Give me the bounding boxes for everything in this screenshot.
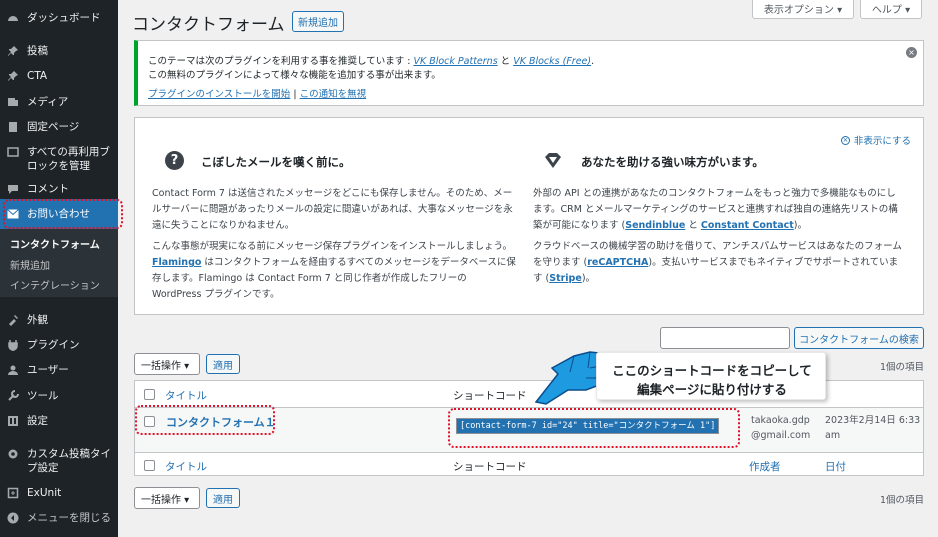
menu-appearance[interactable]: 外観 bbox=[0, 313, 118, 327]
welcome-col2-p2: クラウドベースの機械学習の助けを借りて、アンチスパムサービスはあなたのフォームを… bbox=[533, 241, 902, 284]
menu-pages[interactable]: 固定ページ bbox=[0, 120, 118, 134]
screen-options-button[interactable]: 表示オプション ▾ bbox=[752, 0, 854, 19]
flamingo-link[interactable]: Flamingo bbox=[152, 257, 201, 268]
recaptcha-link[interactable]: reCAPTCHA bbox=[587, 257, 648, 268]
bulk-actions-select[interactable]: 一括操作 ▾ bbox=[134, 353, 200, 375]
apply-button-bottom[interactable]: 適用 bbox=[206, 488, 240, 508]
column-shortcode-footer: ショートコード bbox=[453, 461, 527, 473]
appearance-icon bbox=[6, 313, 20, 327]
admin-sidebar: ダッシュボード 投稿 CTA メディア 固定ページ すべての再利用ブロックを管理… bbox=[0, 0, 123, 537]
dismiss-notice-link[interactable]: この通知を無視 bbox=[300, 89, 367, 100]
stripe-link[interactable]: Stripe bbox=[549, 273, 582, 284]
menu-collapse[interactable]: メニューを閉じる bbox=[0, 511, 118, 525]
question-icon: ? bbox=[165, 151, 184, 170]
menu-settings[interactable]: 設定 bbox=[0, 414, 118, 428]
notice-line1: このテーマは次のプラグインを利用する事を推奨しています : VK Block P… bbox=[148, 56, 595, 67]
select-all-checkbox-footer[interactable] bbox=[144, 460, 155, 471]
column-title-footer[interactable]: タイトル bbox=[165, 459, 207, 474]
user-icon bbox=[6, 363, 20, 377]
apply-button[interactable]: 適用 bbox=[206, 354, 240, 374]
plugin-icon bbox=[6, 338, 20, 352]
column-date-footer[interactable]: 日付 bbox=[825, 459, 846, 474]
settings-icon bbox=[6, 414, 20, 428]
row-author: takaoka.gdp @gmail.com bbox=[751, 415, 811, 441]
welcome-col1-p1: Contact Form 7 は送信されたメッセージをどこにも保存しません。その… bbox=[152, 188, 513, 231]
close-icon[interactable]: × bbox=[906, 47, 917, 58]
diamond-icon bbox=[543, 152, 563, 173]
annotation-highlight-shortcode bbox=[448, 408, 740, 448]
pin-icon bbox=[6, 44, 20, 58]
add-new-button[interactable]: 新規追加 bbox=[292, 11, 344, 32]
main-content: コンタクトフォーム 新規追加 表示オプション ▾ ヘルプ ▾ このテーマは次のプ… bbox=[118, 0, 938, 537]
install-plugins-link[interactable]: プラグインのインストールを開始 bbox=[148, 89, 290, 100]
menu-media[interactable]: メディア bbox=[0, 95, 118, 109]
welcome-panel: × 非表示にする ? こぼしたメールを嘆く前に。 Contact Form 7 は… bbox=[134, 117, 924, 315]
constant-contact-link[interactable]: Constant Contact bbox=[701, 220, 794, 231]
menu-posts[interactable]: 投稿 bbox=[0, 44, 118, 58]
callout-box: ここのショートコードをコピーして 編集ページに貼り付けする bbox=[596, 352, 826, 400]
welcome-col1-heading: こぼしたメールを嘆く前に。 bbox=[201, 155, 351, 169]
notice-line2: この無料のプラグインによって様々な機能を追加する事が出来ます。 bbox=[148, 70, 441, 81]
menu-exunit[interactable]: ExUnit bbox=[0, 486, 118, 500]
menu-custom-post-type[interactable]: カスタム投稿タイプ設定 bbox=[0, 447, 118, 475]
media-icon bbox=[6, 95, 20, 109]
bulk-actions-select-bottom[interactable]: 一括操作 ▾ bbox=[134, 487, 200, 509]
menu-users[interactable]: ユーザー bbox=[0, 363, 118, 377]
gear-icon bbox=[6, 447, 20, 461]
menu-comments[interactable]: コメント bbox=[0, 182, 118, 196]
callout-line1: ここのショートコードをコピーして bbox=[612, 363, 812, 378]
submenu-integration[interactable]: インテグレーション bbox=[10, 277, 100, 292]
exunit-icon bbox=[6, 486, 20, 500]
welcome-col2-p1: 外部の API との連携があなたのコンタクトフォームをもっと強力で多機能なものに… bbox=[533, 188, 898, 231]
annotation-highlight-title bbox=[135, 405, 275, 435]
annotation-highlight-menu bbox=[3, 199, 123, 229]
footer-divider bbox=[135, 452, 923, 453]
collapse-icon bbox=[6, 511, 20, 525]
pin-icon bbox=[6, 69, 20, 83]
column-author-footer[interactable]: 作成者 bbox=[749, 459, 781, 474]
welcome-col2-heading: あなたを助ける強い味方がいます。 bbox=[581, 155, 764, 169]
search-button[interactable]: コンタクトフォームの検索 bbox=[794, 327, 924, 349]
hide-welcome-link[interactable]: × 非表示にする bbox=[840, 133, 911, 147]
welcome-col1-p2: こんな事態が現実になる前にメッセージ保存プラグインをインストールしましょう。Fl… bbox=[152, 241, 516, 300]
menu-reusable-blocks[interactable]: すべての再利用ブロックを管理 bbox=[0, 145, 118, 173]
column-shortcode: ショートコード bbox=[453, 390, 527, 402]
submenu-add-new[interactable]: 新規追加 bbox=[10, 257, 50, 272]
page-title: コンタクトフォーム bbox=[132, 15, 285, 35]
notice-actions: プラグインのインストールを開始 | この通知を無視 bbox=[148, 89, 367, 100]
comment-icon bbox=[6, 182, 20, 196]
select-all-checkbox[interactable] bbox=[144, 389, 155, 400]
tool-icon bbox=[6, 389, 20, 403]
notice-plugin2-link[interactable]: VK Blocks (Free) bbox=[513, 56, 591, 67]
page-icon bbox=[6, 120, 20, 134]
help-button[interactable]: ヘルプ ▾ bbox=[860, 0, 922, 19]
dashboard-icon bbox=[6, 11, 20, 25]
plugin-notice: このテーマは次のプラグインを利用する事を推奨しています : VK Block P… bbox=[134, 40, 924, 106]
callout-line2: 編集ページに貼り付けする bbox=[637, 382, 787, 397]
column-title[interactable]: タイトル bbox=[165, 388, 207, 403]
menu-cta[interactable]: CTA bbox=[0, 69, 118, 83]
item-count: 1個の項目 bbox=[880, 362, 925, 373]
menu-dashboard[interactable]: ダッシュボード bbox=[0, 11, 118, 25]
reusable-block-icon bbox=[6, 145, 20, 159]
search-input[interactable] bbox=[660, 327, 790, 349]
menu-plugins[interactable]: プラグイン bbox=[0, 338, 118, 352]
notice-plugin1-link[interactable]: VK Block Patterns bbox=[413, 56, 497, 67]
submenu-contact-forms[interactable]: コンタクトフォーム bbox=[10, 236, 100, 251]
row-date: 2023年2月14日 6:33 am bbox=[825, 415, 921, 441]
sendinblue-link[interactable]: Sendinblue bbox=[625, 220, 685, 231]
close-circle-icon: × bbox=[840, 135, 850, 145]
item-count-bottom: 1個の項目 bbox=[880, 495, 925, 506]
menu-tools[interactable]: ツール bbox=[0, 389, 118, 403]
